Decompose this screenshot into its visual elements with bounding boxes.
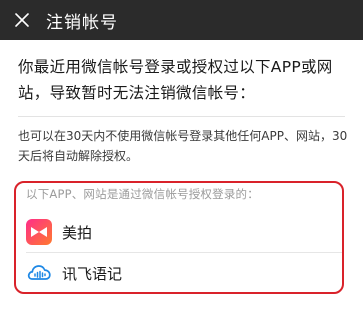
app-name: 讯飞语记 (62, 264, 123, 283)
app-item-xunfei-yuji[interactable]: 讯飞语记 (16, 253, 342, 292)
section-divider (18, 116, 345, 117)
top-navbar: 注销帐号 (0, 0, 363, 40)
authorized-apps-list: 以下APP、网站是通过微信帐号授权登录的： 美拍 讯飞语记 (14, 181, 344, 294)
page-title: 注销帐号 (46, 12, 118, 33)
xunfei-yuji-app-icon (26, 260, 52, 286)
close-button[interactable] (2, 0, 42, 40)
close-icon (15, 13, 29, 27)
app-name: 美拍 (62, 223, 93, 242)
app-item-meipai[interactable]: 美拍 (16, 212, 342, 252)
hint-note: 也可以在30天内不使用微信帐号登录其他任何APP、网站，30天后将自动解除授权。 (18, 129, 348, 163)
warning-headline: 你最近用微信帐号登录或授权过以下APP或网站，导致暂时无法注销微信帐号： (18, 58, 333, 102)
meipai-app-icon (26, 219, 52, 245)
main-content: 你最近用微信帐号登录或授权过以下APP或网站，导致暂时无法注销微信帐号： 也可以… (0, 40, 363, 315)
apps-list-caption: 以下APP、网站是通过微信帐号授权登录的： (26, 187, 259, 201)
